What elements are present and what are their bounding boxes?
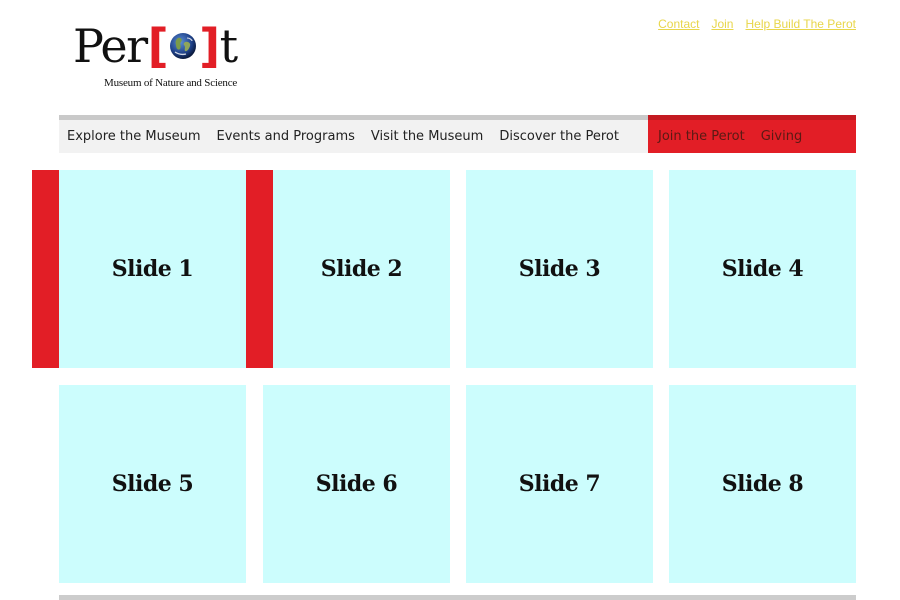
logo-bracket-open: [ [147,19,169,73]
slide-tile-5[interactable]: Slide 5 [59,385,246,583]
join-link[interactable]: Join [711,17,733,31]
slide-label: Slide 3 [518,256,601,282]
utility-links: Contact Join Help Build The Perot [658,17,856,31]
nav-item-giving[interactable]: Giving [761,129,802,144]
logo-text-start: Per [73,19,148,73]
slide-label: Slide 1 [111,256,194,282]
logo-bracket-close: ] [199,19,220,73]
nav-item-explore[interactable]: Explore the Museum [67,129,201,144]
slide-2-accent [246,170,273,368]
site-logo[interactable]: Per [ ] t Museum of Nature and Science [73,20,243,92]
slide-label: Slide 4 [721,256,804,282]
nav-item-visit[interactable]: Visit the Museum [371,129,483,144]
bottom-divider [59,595,856,600]
slide-tile-3[interactable]: Slide 3 [466,170,653,368]
nav-secondary: Join the Perot Giving [648,115,856,153]
nav-item-discover[interactable]: Discover the Perot [499,129,619,144]
slide-tile-4[interactable]: Slide 4 [669,170,856,368]
slide-tile-6[interactable]: Slide 6 [263,385,450,583]
main-navigation: Explore the Museum Events and Programs V… [59,115,856,153]
logo-tagline: Museum of Nature and Science [104,77,238,89]
help-build-link[interactable]: Help Build The Perot [745,17,856,31]
slide-label: Slide 5 [111,471,194,497]
slide-tile-1[interactable]: Slide 1 [59,170,246,368]
slide-label: Slide 8 [721,471,804,497]
nav-item-join-perot[interactable]: Join the Perot [658,129,745,144]
globe-icon [170,33,197,59]
contact-link[interactable]: Contact [658,17,699,31]
slide-tile-2[interactable]: Slide 2 [273,170,450,368]
nav-primary: Explore the Museum Events and Programs V… [59,115,648,153]
nav-item-events[interactable]: Events and Programs [217,129,355,144]
slide-tile-8[interactable]: Slide 8 [669,385,856,583]
slide-1-accent [32,170,59,368]
logo-text-end: t [219,19,239,73]
slide-label: Slide 7 [518,471,601,497]
slide-label: Slide 2 [320,256,403,282]
slide-label: Slide 6 [315,471,398,497]
logo-wordmark: Per [ ] t [73,19,239,73]
slide-tile-7[interactable]: Slide 7 [466,385,653,583]
